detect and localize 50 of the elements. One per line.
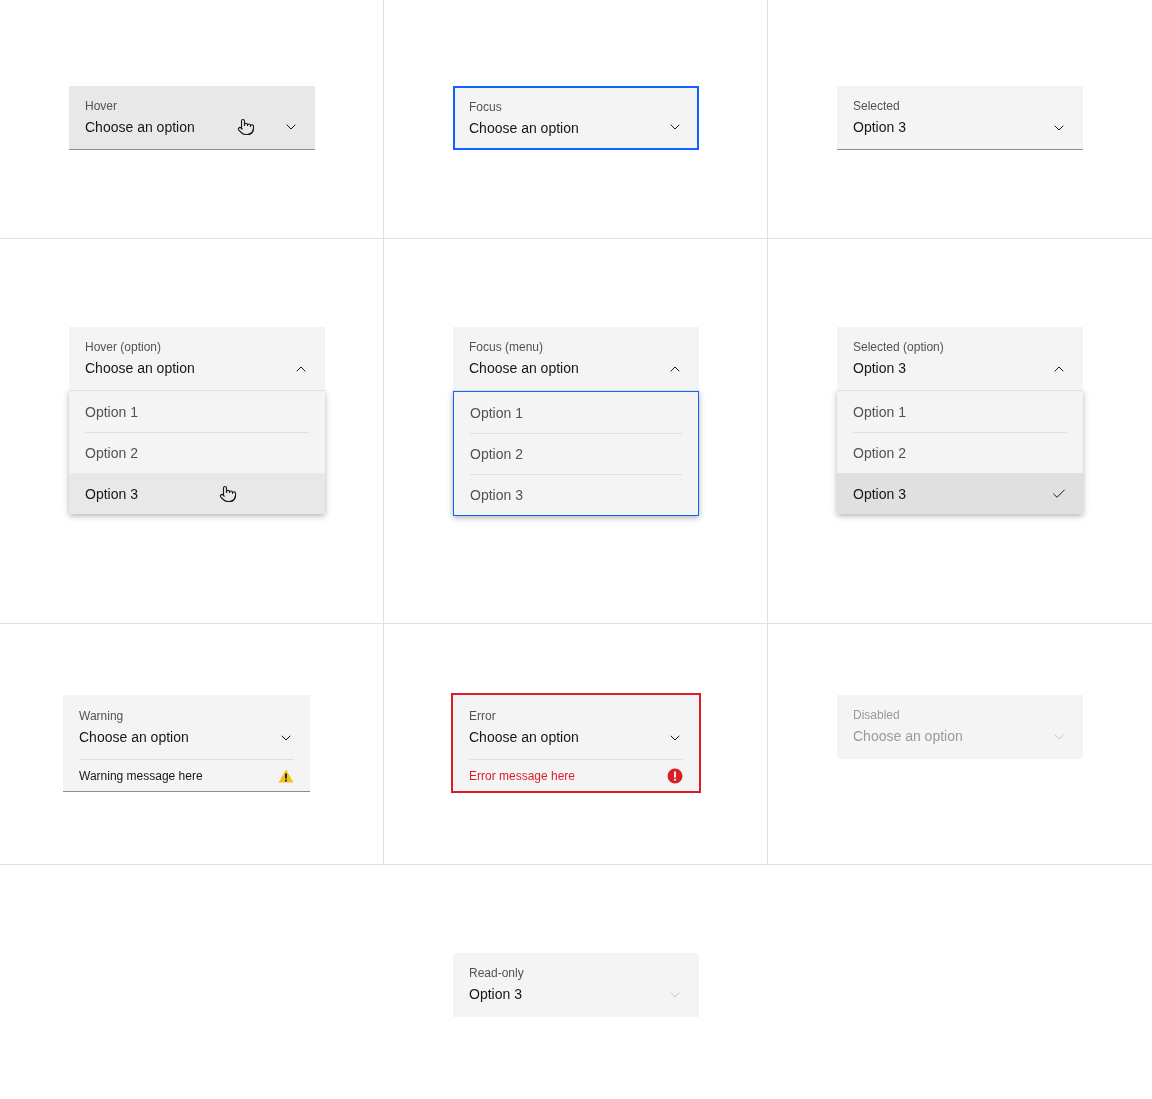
menu-option[interactable]: Option 1 (454, 392, 698, 433)
field-label: Hover (option) (85, 339, 163, 355)
option-label: Option 2 (470, 445, 523, 464)
hand-cursor-icon (219, 484, 237, 503)
field-value: Option 3 (853, 359, 907, 378)
dropdown[interactable]: Focus Choose an option (453, 86, 699, 150)
dropdown[interactable]: Focus (menu) Choose an option (453, 327, 699, 391)
field-label: Error (469, 707, 497, 724)
menu-option[interactable]: Option 1 (69, 391, 325, 432)
field-message: Warning message here (79, 767, 203, 784)
field-value: Choose an option (469, 359, 579, 378)
option-label: Option 3 (470, 486, 523, 505)
menu-option[interactable]: Option 3 (69, 473, 325, 514)
hand-cursor-icon (237, 118, 255, 136)
error-icon (667, 767, 683, 784)
field-value: Option 3 (853, 118, 906, 137)
field-value: Choose an option (85, 118, 195, 137)
option-label: Option 3 (85, 484, 138, 504)
field-message: Error message here (469, 767, 576, 784)
option-label: Option 2 (853, 444, 906, 463)
dropdown[interactable]: Hover Choose an option (69, 86, 315, 150)
menu-option[interactable]: Option 1 (837, 391, 1083, 432)
option-label: Option 1 (85, 402, 138, 422)
field-value: Choose an option (85, 359, 195, 378)
dropdown[interactable]: Selected (option) Option 3 (837, 327, 1083, 391)
warning-icon (278, 768, 294, 783)
field-value: Choose an option (79, 727, 189, 747)
option-label: Option 2 (85, 444, 138, 463)
field-label: Selected (853, 98, 901, 114)
field-label: Disabled (853, 707, 901, 723)
field-label: Focus (menu) (469, 339, 545, 355)
field-label: Focus (469, 98, 503, 115)
field-label: Hover (85, 98, 118, 114)
field-label: Warning (79, 707, 125, 724)
field-value: Choose an option (853, 727, 963, 746)
option-label: Option 1 (470, 403, 523, 423)
dropdown[interactable]: Warning Choose an option (63, 695, 310, 759)
dropdown[interactable]: Selected Option 3 (837, 86, 1083, 150)
option-label: Option 1 (853, 402, 906, 422)
menu-option[interactable]: Option 2 (454, 433, 698, 474)
field-label: Read-only (469, 965, 524, 981)
field-value: Choose an option (469, 727, 579, 747)
dropdown[interactable]: Hover (option) Choose an option (69, 327, 325, 391)
field-value: Choose an option (469, 118, 579, 138)
field-value: Option 3 (469, 985, 523, 1004)
option-label: Option 3 (853, 484, 906, 504)
dropdown[interactable]: Error Choose an option (453, 695, 699, 759)
menu-option[interactable]: Option 3 (837, 473, 1083, 514)
menu-option[interactable]: Option 3 (454, 474, 698, 515)
field-label: Selected (option) (853, 339, 944, 355)
